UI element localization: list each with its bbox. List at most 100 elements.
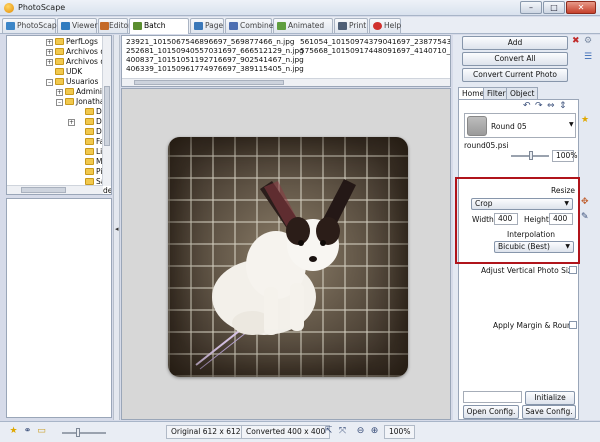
animated-gif-icon (277, 22, 286, 30)
collapse-toggle-icon[interactable]: – (56, 99, 63, 106)
preview-photo (168, 137, 408, 377)
apply-margin-round-label: Apply Margin & Round (493, 321, 577, 330)
adjust-vertical-photo-size-label: Adjust Vertical Photo Size (481, 266, 577, 275)
tree-horizontal-scrollbar[interactable] (7, 185, 103, 194)
adjust-vertical-photo-size-checkbox[interactable] (569, 266, 577, 274)
convert-all-button[interactable]: Convert All (462, 52, 568, 66)
tree-item[interactable]: Usuarios (55, 77, 98, 87)
thumbnail-size-slider-knob[interactable] (76, 428, 80, 437)
folder-icon (55, 58, 64, 65)
folder-icon (55, 48, 64, 55)
tab-print[interactable]: Print (334, 18, 368, 33)
tab-viewer[interactable]: Viewer (57, 18, 98, 33)
folder-tree[interactable]: + PerfLogs + Archivos de + Archivos de U… (6, 35, 112, 195)
panel-splitter[interactable]: ◂ (113, 35, 120, 420)
convert-current-photo-button[interactable]: Convert Current Photo (462, 68, 568, 82)
file-item[interactable]: 23921_10150675468966​97_569877466_n.jpg (126, 37, 294, 46)
page-icon (194, 22, 203, 30)
file-item[interactable]: 400837_10151051192716697_902541467_n.jpg (126, 55, 304, 64)
file-item[interactable]: 406339_10150961774976697_389115405_n.jpg (126, 64, 304, 73)
flip-vertical-icon[interactable]: ⇕ (559, 101, 567, 111)
fit-icon[interactable]: ⇱ (323, 426, 334, 437)
folder-icon (55, 38, 64, 45)
tab-page[interactable]: Page (190, 18, 224, 33)
tab-editor[interactable]: Editor (98, 18, 131, 33)
file-list-horizontal-scrollbar[interactable] (122, 78, 450, 86)
frame-dropdown[interactable]: Round 05 ▼ (464, 113, 576, 138)
folder-icon (65, 98, 74, 105)
file-list[interactable]: 23921_10150675468966​97_569877466_n.jpg … (121, 35, 451, 87)
tab-batch-editor[interactable]: Batch Editor (129, 18, 189, 43)
zoom-in-icon[interactable]: ⊕ (369, 426, 380, 437)
scroll-thumb[interactable] (134, 80, 284, 85)
converted-size-status: Converted 400 x 400 (241, 425, 331, 439)
batch-editor-icon (133, 22, 142, 30)
window-title: PhotoScape (18, 3, 66, 12)
close-button[interactable]: ✕ (566, 1, 596, 14)
collapse-arrow-icon[interactable]: ◂ (115, 225, 119, 233)
pen-icon[interactable]: ✎ (581, 212, 589, 222)
title-bar: PhotoScape – □ ✕ (0, 0, 600, 16)
frame-zoom-field[interactable]: 100% (552, 150, 577, 162)
tree-item[interactable]: UDK (55, 67, 82, 77)
resize-highlight-box (455, 177, 580, 264)
tab-photoscape[interactable]: PhotoScape (2, 18, 61, 33)
star-icon[interactable]: ★ (8, 426, 19, 437)
frame-zoom-slider-knob[interactable] (529, 151, 533, 160)
folder-icon (55, 68, 64, 75)
folder-icon (85, 168, 94, 175)
scroll-thumb[interactable] (21, 187, 66, 193)
photo-vignette (168, 137, 408, 377)
file-item[interactable]: 252681_10150940557031697_666512129_n.jpg (126, 46, 304, 55)
list-icon[interactable]: ☰ (584, 52, 592, 62)
link-icon[interactable]: ⚭ (22, 426, 33, 437)
folder-icon (85, 128, 94, 135)
scroll-thumb[interactable] (104, 86, 110, 146)
chevron-down-icon: ▼ (569, 121, 574, 128)
frame-file-name: round05.psi (464, 141, 509, 150)
folder-open-icon[interactable]: ▭ (36, 426, 47, 437)
flip-horizontal-icon[interactable]: ⇔ (547, 101, 555, 111)
zoom-status: 100% (384, 425, 416, 439)
tab-combine[interactable]: Combine (225, 18, 273, 33)
expand-toggle-icon[interactable]: + (46, 49, 53, 56)
frame-name: Round 05 (491, 122, 527, 131)
folder-icon (85, 148, 94, 155)
editor-icon (100, 22, 109, 30)
remove-icon[interactable]: ✖ (572, 36, 580, 46)
expand-toggle-icon[interactable]: + (68, 119, 75, 126)
photoscape-icon (6, 22, 15, 30)
add-button[interactable]: Add (462, 36, 568, 50)
save-config-button[interactable]: Save Config. (522, 405, 576, 419)
zoom-out-icon[interactable]: ⊖ (355, 426, 366, 437)
expand-toggle-icon[interactable]: + (56, 89, 63, 96)
gear-icon[interactable]: ⚙ (584, 36, 592, 46)
tab-object[interactable]: Object (506, 87, 539, 99)
actual-size-icon[interactable]: ⤧ (337, 426, 348, 437)
expand-toggle-icon[interactable]: + (46, 59, 53, 66)
thumbnail-size-slider[interactable] (62, 432, 106, 434)
resize-tool-icon[interactable]: ✥ (581, 197, 589, 207)
folder-icon (85, 178, 94, 185)
tree-item[interactable]: PerfLogs (55, 37, 98, 47)
status-bar: ★ ⚭ ▭ Original 612 x 612 Converted 400 x… (0, 421, 600, 442)
config-name-field[interactable] (463, 391, 522, 403)
apply-margin-round-checkbox[interactable] (569, 321, 577, 329)
star-icon[interactable]: ★ (581, 115, 589, 125)
minimize-button[interactable]: – (520, 1, 542, 14)
viewer-icon (61, 22, 70, 30)
initialize-button[interactable]: Initialize (525, 391, 575, 405)
maximize-button[interactable]: □ (543, 1, 565, 14)
rotate-left-icon[interactable]: ↶ (523, 101, 531, 111)
file-item[interactable]: 575668_10150917448091697_4140710_n.jpg (300, 46, 450, 55)
open-config-button[interactable]: Open Config. (463, 405, 519, 419)
main-tab-bar: PhotoScape Viewer Editor Batch Editor Pa… (0, 17, 600, 43)
collapse-toggle-icon[interactable]: – (46, 79, 53, 86)
tab-animated-gif[interactable]: Animated GIF (273, 18, 333, 43)
tab-help[interactable]: Help (369, 18, 401, 33)
tree-vertical-scrollbar[interactable] (102, 36, 111, 186)
file-item[interactable]: 561054_10150974379041697_238775439_n.jpg (300, 37, 450, 46)
folder-icon (55, 78, 64, 85)
expand-toggle-icon[interactable]: + (46, 39, 53, 46)
rotate-right-icon[interactable]: ↷ (535, 101, 543, 111)
